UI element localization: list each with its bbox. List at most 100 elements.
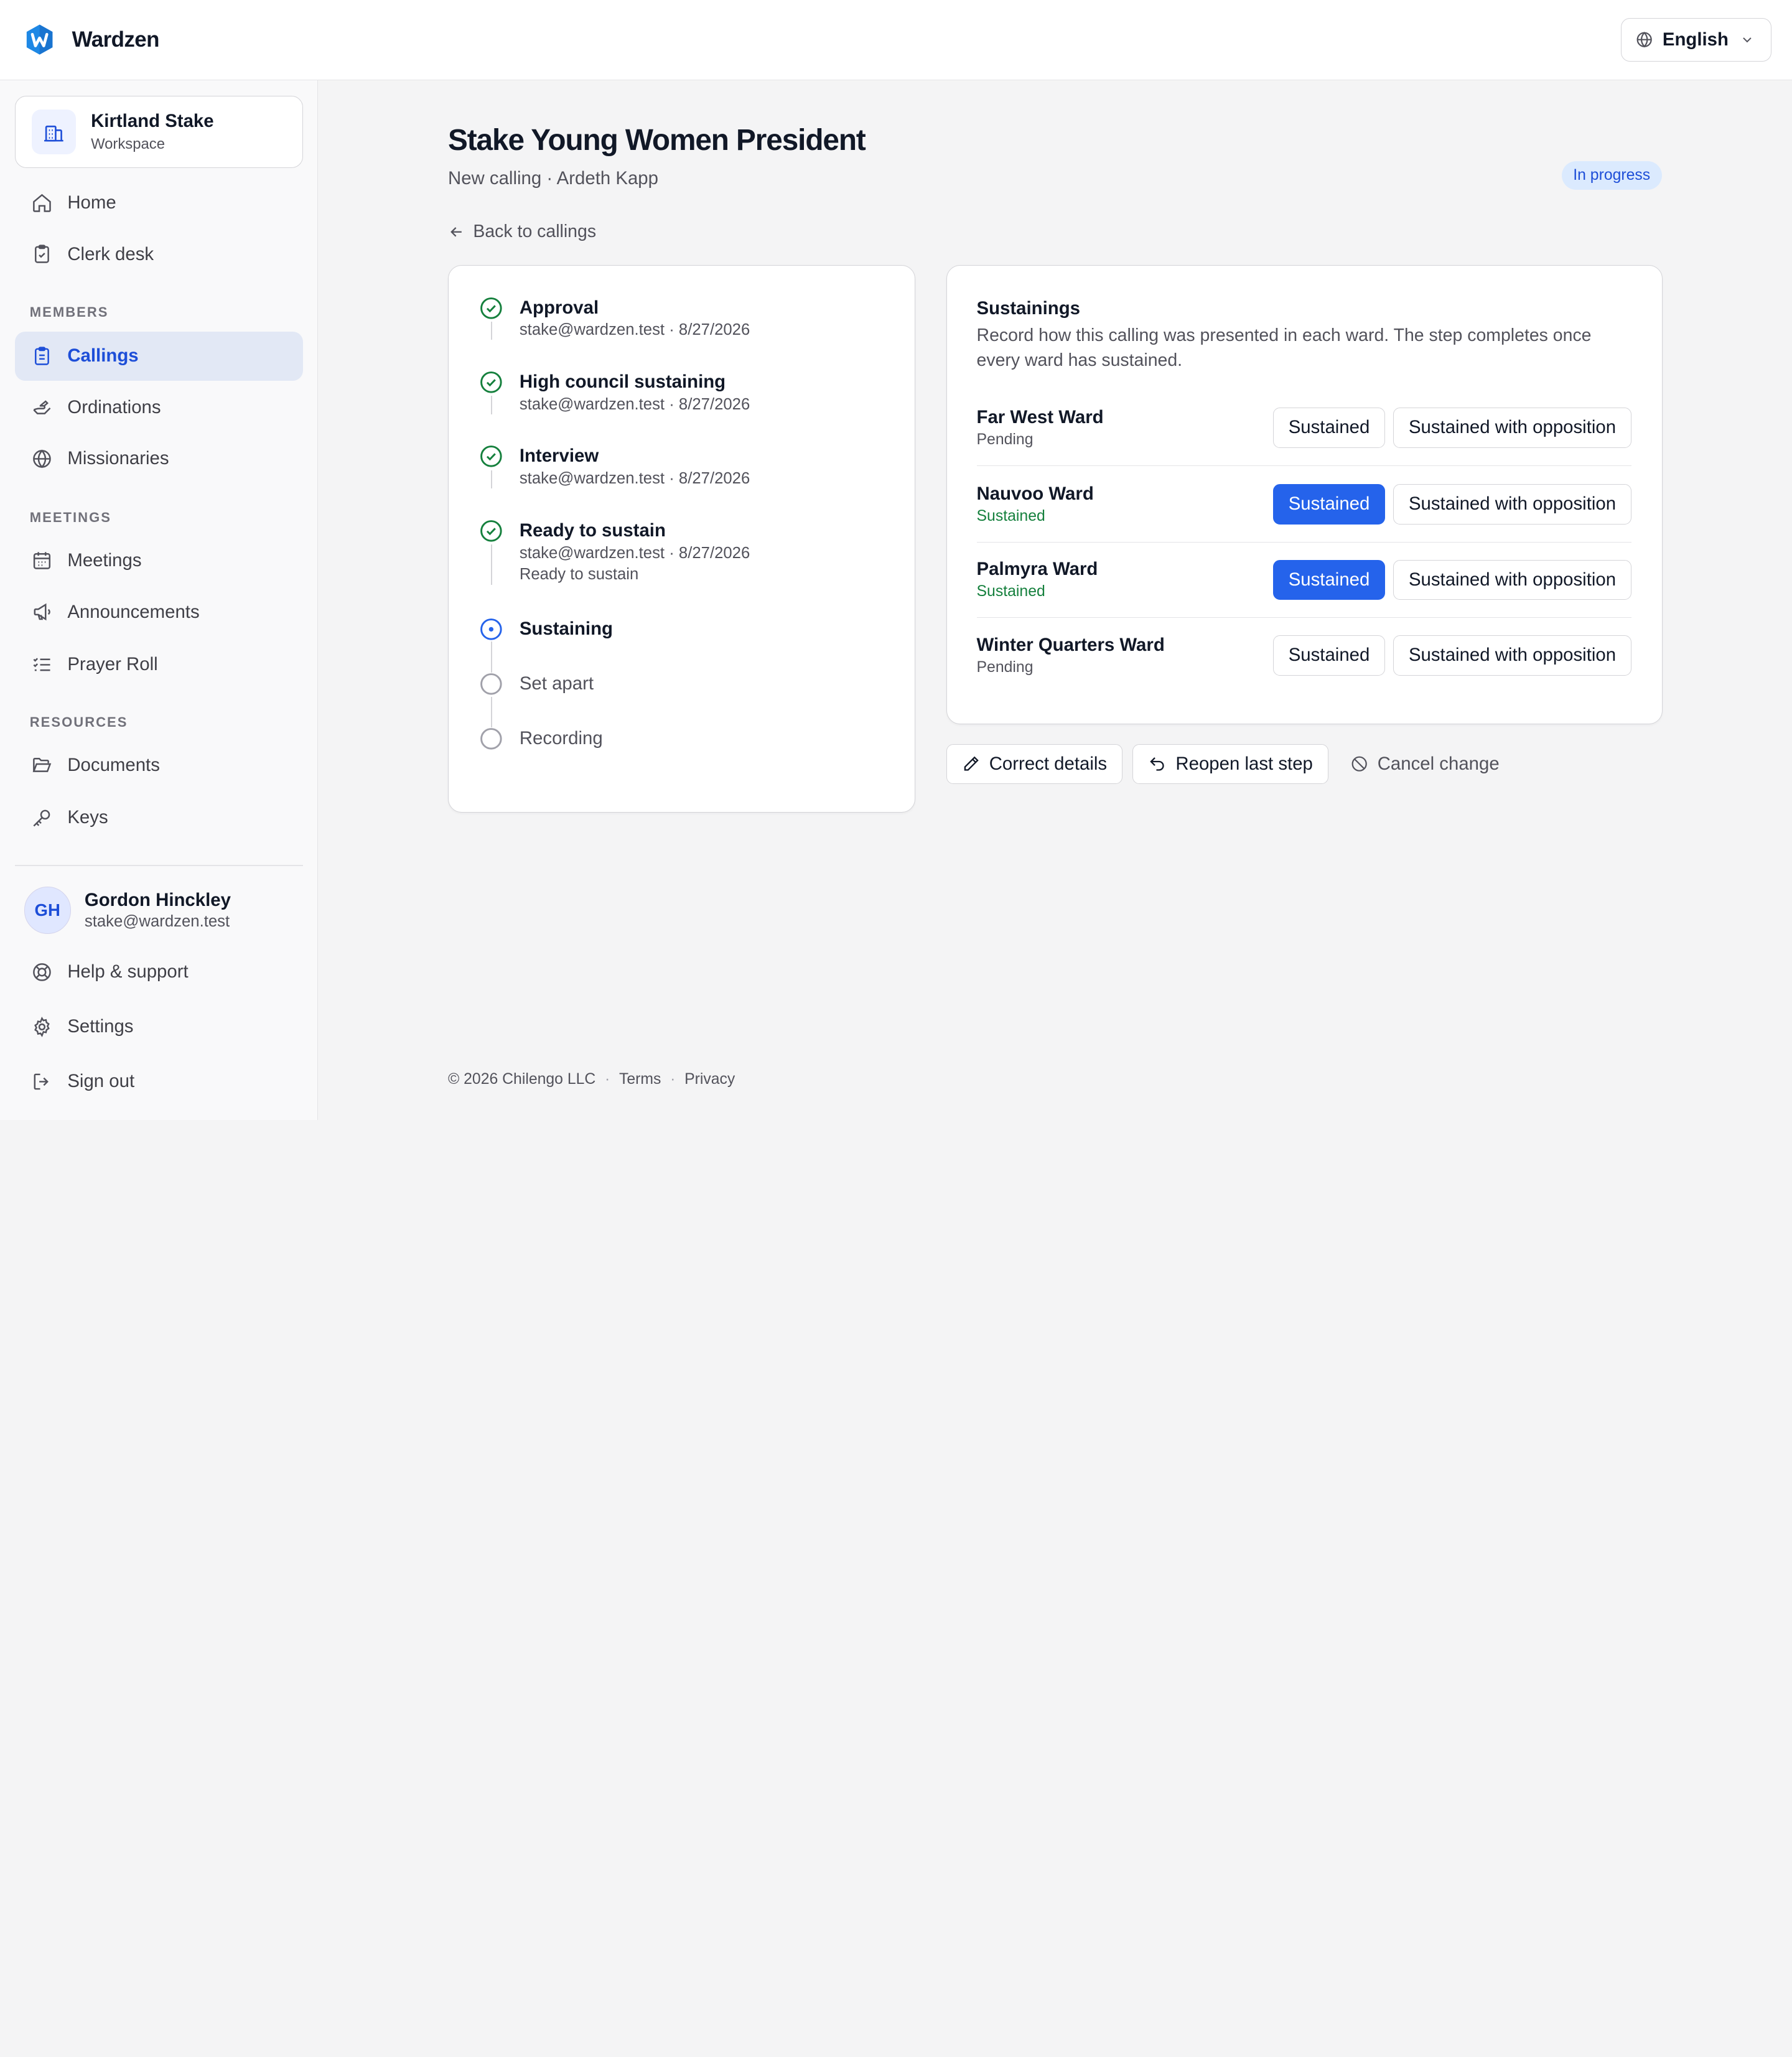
sustained-with-opposition-button[interactable]: Sustained with opposition	[1393, 484, 1631, 525]
app-name: Wardzen	[72, 27, 160, 52]
step-set-apart: Set apart	[480, 673, 594, 696]
workspace-type: Workspace	[91, 135, 165, 152]
brand[interactable]: Wardzen	[23, 23, 159, 56]
ward-name: Far West Ward	[976, 406, 1104, 427]
ward-name: Nauvoo Ward	[976, 483, 1094, 504]
sidebar-item-settings[interactable]: Settings	[15, 1002, 303, 1052]
page-subtitle: New calling · Ardeth Kapp	[447, 167, 658, 189]
sidebar-item-sign-out[interactable]: Sign out	[15, 1057, 303, 1106]
user-profile[interactable]: GH Gordon Hinckley stake@wardzen.test	[24, 887, 231, 934]
step-title: Ready to sustain	[519, 520, 666, 541]
language-label: English	[1662, 29, 1729, 50]
step-title: Interview	[519, 445, 599, 467]
sustained-button[interactable]: Sustained	[1272, 484, 1386, 525]
sidebar-item-label: Callings	[67, 345, 139, 366]
reopen-last-step-button[interactable]: Reopen last step	[1132, 744, 1328, 784]
sidebar-item-documents[interactable]: Documents	[15, 740, 303, 790]
ward-status: Pending	[976, 659, 1034, 676]
sidebar-item-announcements[interactable]: Announcements	[15, 587, 303, 637]
sidebar-item-meetings[interactable]: Meetings	[15, 536, 303, 585]
check-circle-icon	[480, 520, 502, 542]
sustained-with-opposition-button[interactable]: Sustained with opposition	[1393, 408, 1631, 448]
workspace-switcher[interactable]: Kirtland Stake Workspace	[14, 96, 303, 168]
sidebar-item-help[interactable]: Help & support	[15, 948, 303, 997]
ward-row-winter-quarters: Winter Quarters Ward Pending Sustained S…	[977, 618, 1631, 693]
wardzen-logo-icon	[26, 24, 53, 55]
sustained-button[interactable]: Sustained	[1272, 559, 1386, 600]
step-interview: Interview stake@wardzen.test · 8/27/2026	[480, 445, 750, 490]
correct-details-label: Correct details	[989, 753, 1108, 774]
sidebar-item-label: Announcements	[67, 601, 200, 622]
sidebar-item-label: Help & support	[67, 961, 189, 982]
pencil-icon	[964, 756, 979, 771]
step-connector	[490, 696, 492, 728]
check-circle-icon	[480, 371, 502, 393]
ban-icon	[1351, 756, 1367, 772]
ward-name: Palmyra Ward	[976, 558, 1098, 579]
step-title: Recording	[519, 728, 603, 749]
sustained-button[interactable]: Sustained	[1272, 635, 1386, 676]
sidebar-item-callings[interactable]: Callings	[14, 331, 303, 381]
status-badge: In progress	[1561, 161, 1662, 190]
cancel-change-button[interactable]: Cancel change	[1338, 744, 1511, 784]
empty-circle-icon	[480, 673, 502, 695]
home-icon	[32, 194, 51, 212]
step-meta: stake@wardzen.test · 8/27/2026	[519, 395, 750, 413]
folder-open-icon	[32, 758, 51, 773]
sustained-button[interactable]: Sustained	[1272, 408, 1386, 448]
sidebar-item-label: Home	[67, 192, 116, 213]
clipboard-check-icon	[34, 245, 49, 263]
sidebar-item-ordinations[interactable]: Ordinations	[15, 383, 303, 432]
page-title: Stake Young Women President	[447, 124, 866, 157]
footer-separator: ·	[605, 1070, 610, 1088]
check-circle-icon	[480, 297, 502, 319]
undo-icon	[1150, 757, 1164, 771]
hand-icon	[33, 400, 50, 415]
terms-link[interactable]: Terms	[619, 1071, 661, 1088]
step-title: Approval	[519, 297, 599, 318]
log-out-icon	[34, 1073, 49, 1090]
globe-icon	[1636, 32, 1652, 48]
reopen-last-step-label: Reopen last step	[1175, 753, 1313, 774]
sidebar-item-label: Missionaries	[67, 448, 169, 469]
step-connector	[490, 641, 492, 673]
sidebar-item-prayer-roll[interactable]: Prayer Roll	[15, 640, 303, 689]
user-name: Gordon Hinckley	[84, 889, 231, 910]
step-meta: stake@wardzen.test · 8/27/2026	[519, 321, 750, 339]
progress-steps-card: Approval stake@wardzen.test · 8/27/2026 …	[447, 265, 916, 813]
chevron-down-icon	[1743, 37, 1752, 43]
life-buoy-icon	[32, 963, 51, 981]
workspace-name: Kirtland Stake	[91, 111, 214, 132]
ward-row-palmyra: Palmyra Ward Sustained Sustained Sustain…	[976, 543, 1631, 618]
step-approval: Approval stake@wardzen.test · 8/27/2026	[480, 297, 750, 342]
calendar-icon	[33, 552, 50, 570]
sustainings-title: Sustainings	[976, 297, 1081, 319]
clipboard-list-icon	[34, 347, 49, 365]
sustainings-card: Sustainings Record how this calling was …	[946, 265, 1663, 725]
sidebar-item-missionaries[interactable]: Missionaries	[15, 434, 303, 483]
building-icon	[31, 110, 77, 154]
step-note: Ready to sustain	[519, 566, 639, 584]
back-to-callings-link[interactable]: Back to callings	[448, 222, 596, 242]
step-meta: stake@wardzen.test · 8/27/2026	[519, 470, 750, 488]
step-title: Set apart	[519, 673, 594, 694]
privacy-link[interactable]: Privacy	[684, 1071, 735, 1088]
correct-details-button[interactable]: Correct details	[946, 744, 1122, 784]
user-email: stake@wardzen.test	[84, 913, 230, 931]
sidebar-item-keys[interactable]: Keys	[15, 793, 303, 842]
back-link-label: Back to callings	[473, 222, 597, 242]
sidebar-item-clerk-desk[interactable]: Clerk desk	[15, 230, 303, 279]
ward-row-nauvoo: Nauvoo Ward Sustained Sustained Sustaine…	[976, 467, 1631, 543]
footer: © 2026 Chilengo LLC · Terms · Privacy	[448, 1071, 735, 1088]
globe-icon	[32, 449, 51, 469]
language-select[interactable]: English	[1620, 17, 1771, 62]
step-meta: stake@wardzen.test · 8/27/2026	[519, 544, 750, 562]
sidebar-divider	[14, 865, 303, 867]
sidebar-item-label: Keys	[67, 807, 108, 828]
sustained-with-opposition-button[interactable]: Sustained with opposition	[1393, 635, 1631, 676]
sidebar-item-label: Prayer Roll	[67, 654, 158, 675]
step-title: High council sustaining	[519, 371, 726, 393]
sidebar-item-label: Settings	[67, 1016, 134, 1037]
sustained-with-opposition-button[interactable]: Sustained with opposition	[1393, 559, 1631, 600]
sidebar-item-home[interactable]: Home	[15, 179, 303, 228]
